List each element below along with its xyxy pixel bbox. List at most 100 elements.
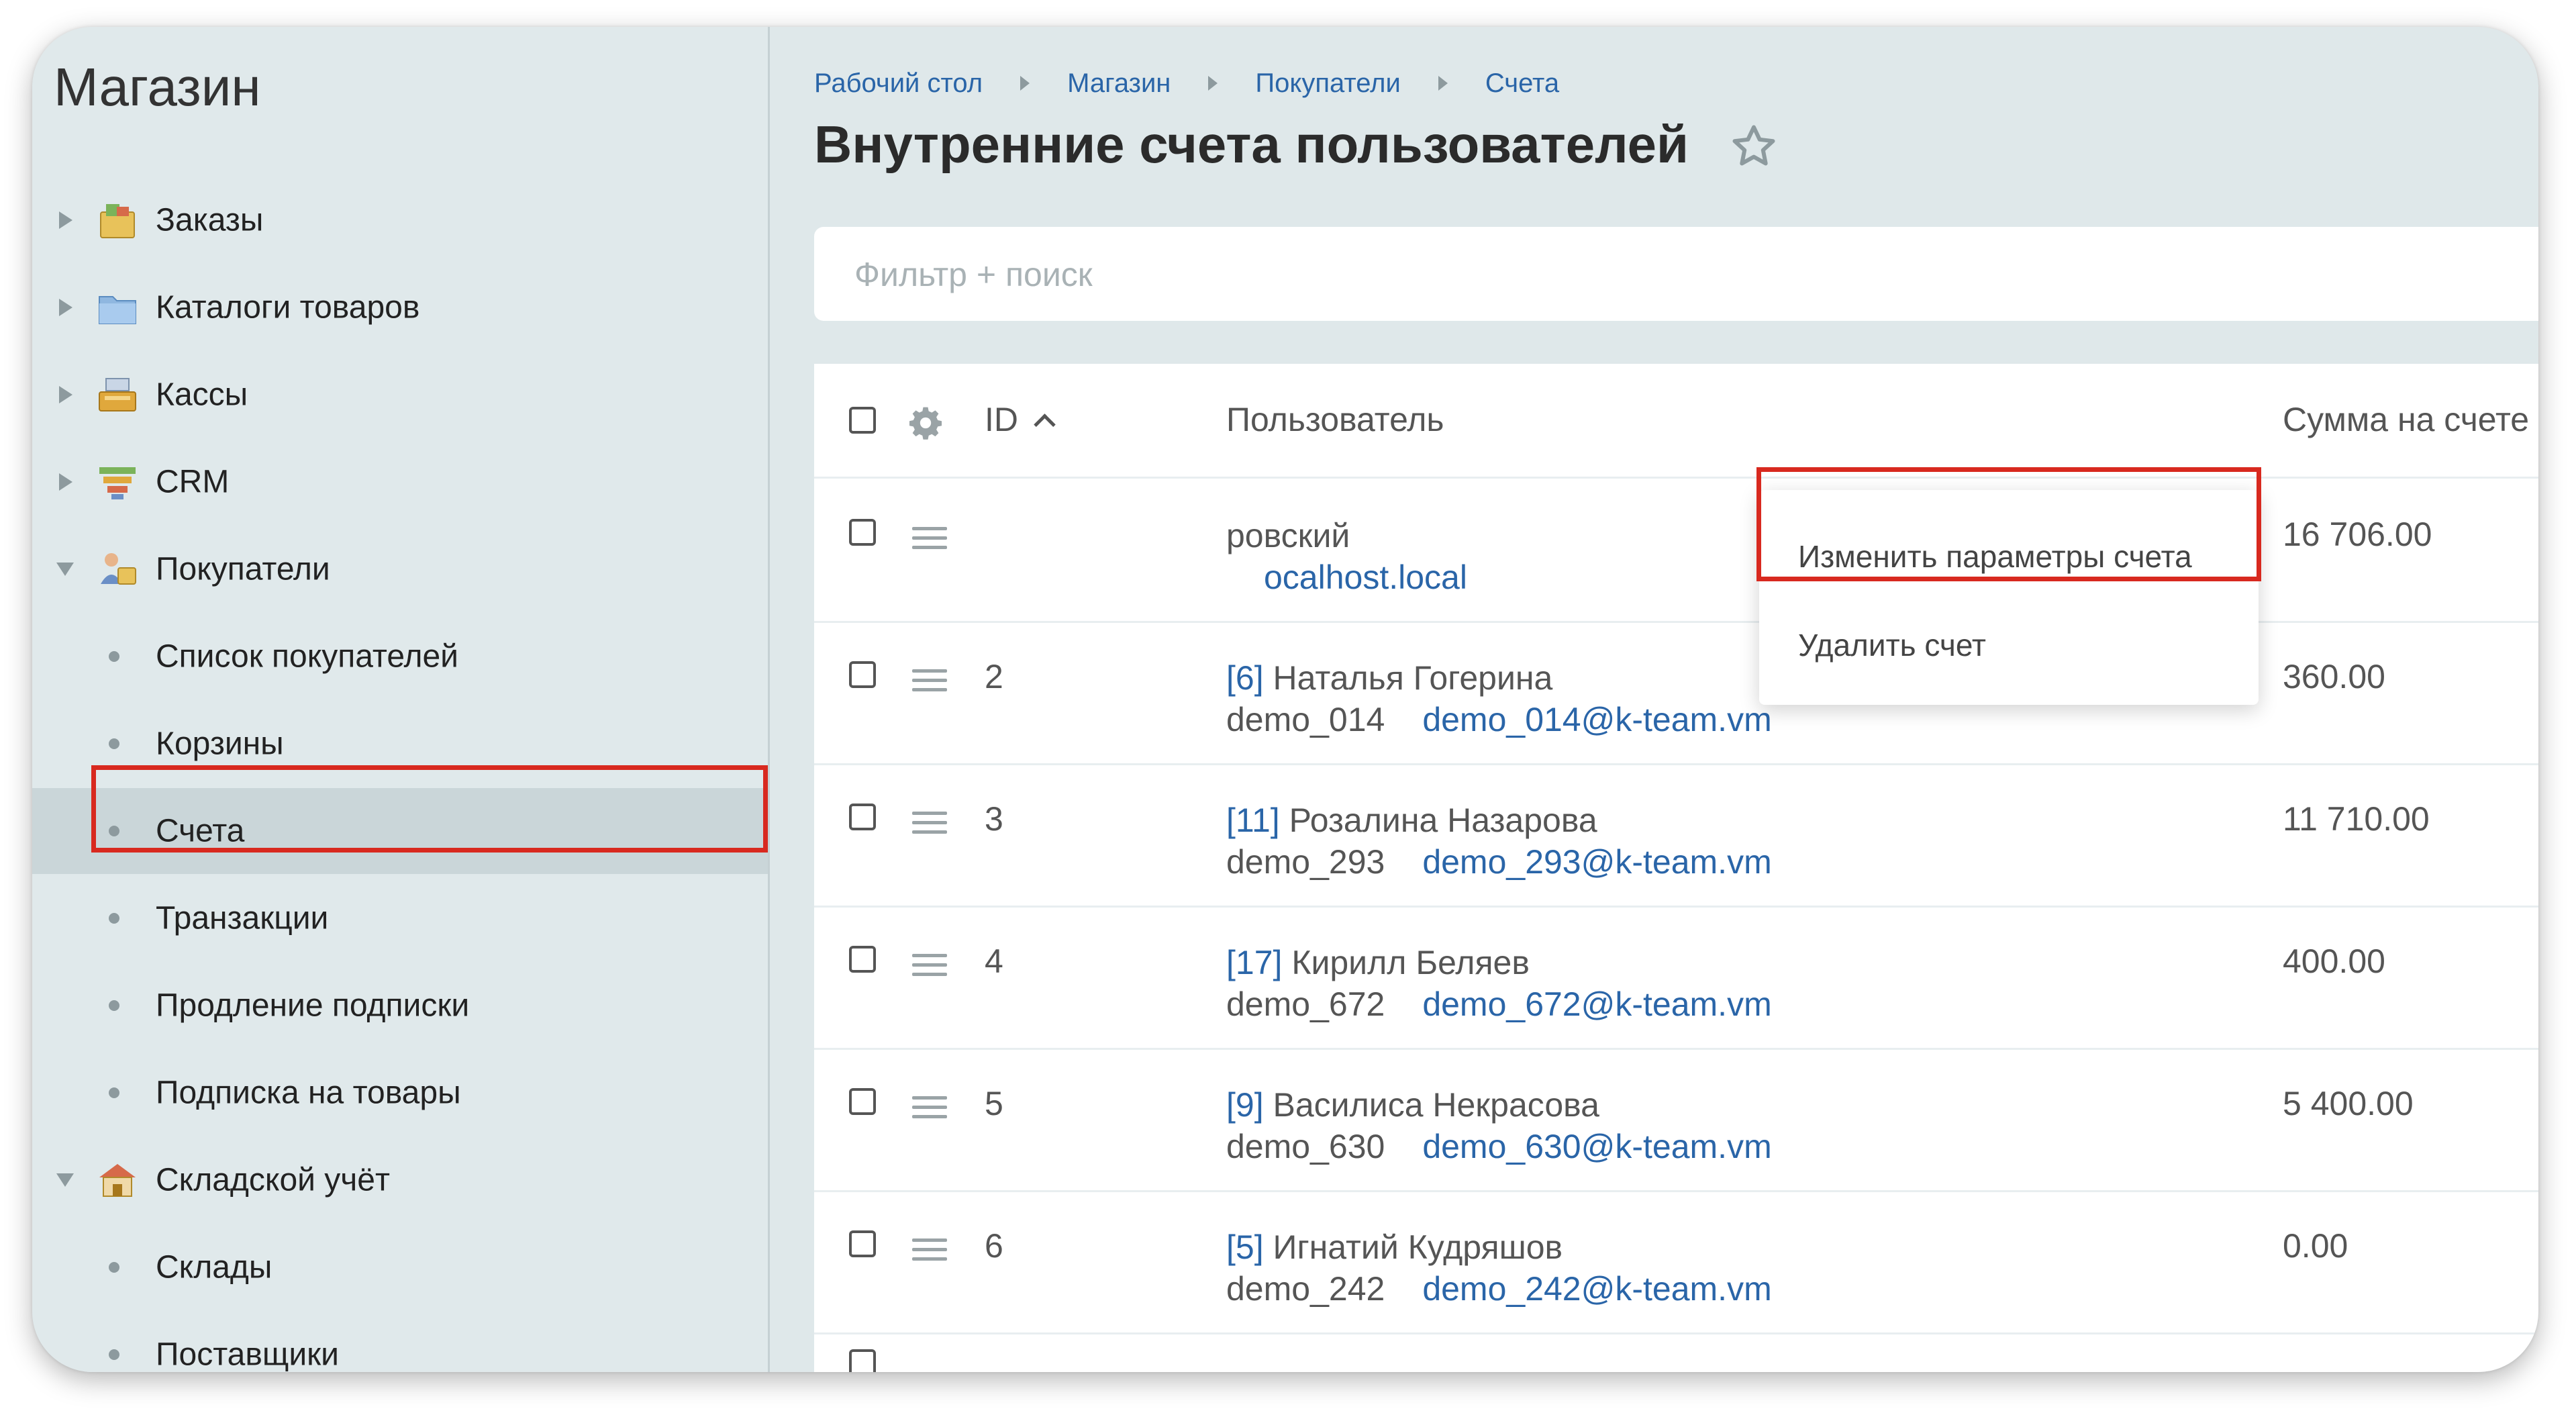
table-row[interactable]: 5 [9] Василиса Некрасова demo_630 demo_63… [814,1048,2538,1192]
row-id: 2 [985,658,1003,695]
highlight-frame [1756,467,2261,581]
table-row[interactable]: 4 [17] Кирилл Беляев demo_672 demo_672@k-… [814,906,2538,1050]
sidebar-subitem-warehouses[interactable]: Склады [32,1224,768,1310]
user-id-link[interactable]: [17] [1226,944,1282,981]
sidebar-item-label: CRM [156,464,230,500]
expand-arrow-icon[interactable] [59,211,72,229]
collapse-arrow-icon[interactable] [56,563,74,576]
orders-icon [100,204,135,238]
user-login: demo_293 [1226,843,1385,881]
sidebar-item-cash[interactable]: Кассы [32,352,768,438]
row-checkbox[interactable] [849,1230,876,1257]
column-header-user[interactable]: Пользователь [1226,400,1444,439]
chevron-right-icon [1020,76,1030,91]
row-actions-icon[interactable] [912,527,947,550]
row-sum: 11 710.00 [2283,800,2430,838]
row-actions-icon[interactable] [912,954,947,977]
row-sum: 360.00 [2283,658,2385,695]
sidebar-item-catalogs[interactable]: Каталоги товаров [32,264,768,350]
sidebar-item-orders[interactable]: Заказы [32,177,768,263]
row-checkbox[interactable] [849,946,876,973]
breadcrumb-item[interactable]: Покупатели [1255,68,1400,99]
user-id-link[interactable]: [5] [1226,1228,1264,1266]
column-header-label: ID [985,401,1018,438]
row-id: 5 [985,1085,1003,1122]
sidebar-item-label: Складской учёт [156,1162,390,1198]
row-sum: 0.00 [2283,1227,2348,1265]
sidebar: Магазин Заказы Каталоги товаров Кассы CR… [32,27,770,1372]
sidebar-item-label: Кассы [156,377,248,413]
row-actions-icon[interactable] [912,812,947,834]
bullet-icon [109,1262,119,1273]
column-header-id[interactable]: ID [985,400,1056,439]
row-actions-icon[interactable] [912,669,947,692]
user-email-link[interactable]: demo_242@k-team.vm [1422,1270,1771,1308]
user-id-link[interactable]: [11] [1226,801,1280,839]
crm-funnel-icon [99,467,136,499]
gear-icon[interactable] [907,404,944,442]
row-checkbox[interactable] [849,661,876,688]
user-email-link[interactable]: ocalhost.local [1264,558,1467,596]
table-row[interactable]: 2 [6] Наталья Гогерина demo_014 demo_014@… [814,621,2538,765]
expand-arrow-icon[interactable] [59,473,72,491]
column-header-sum[interactable]: Сумма на счете [2283,400,2529,439]
table-row[interactable]: 3 [11] Розалина Назарова demo_293 demo_29… [814,763,2538,908]
user-email-link[interactable]: demo_672@k-team.vm [1422,985,1771,1023]
user-login: demo_672 [1226,985,1385,1023]
row-id: 4 [985,942,1003,980]
row-actions-icon[interactable] [912,1238,947,1261]
bullet-icon [109,913,119,924]
sidebar-item-crm[interactable]: CRM [32,439,768,525]
row-checkbox[interactable] [849,1349,876,1372]
filter-bar [814,227,2538,322]
sidebar-item-label: Каталоги товаров [156,289,420,326]
collapse-arrow-icon[interactable] [56,1173,74,1187]
sidebar-item-customers[interactable]: Покупатели [32,526,768,612]
warehouse-icon [99,1164,136,1197]
breadcrumb-item[interactable]: Магазин [1067,68,1171,99]
row-id: 3 [985,800,1003,838]
row-user: [9] Василиса Некрасова demo_630 demo_630@… [1226,1084,1772,1167]
chevron-right-icon [1438,76,1448,91]
bullet-icon [109,1000,119,1011]
star-icon[interactable] [1730,122,1778,171]
sidebar-title: Магазин [54,57,261,117]
breadcrumb-item[interactable]: Счета [1485,68,1559,99]
expand-arrow-icon[interactable] [59,386,72,403]
table-row[interactable]: ровский ocalhost.local 16 706.00 [814,479,2538,623]
row-checkbox[interactable] [849,804,876,830]
expand-arrow-icon[interactable] [59,299,72,316]
row-checkbox[interactable] [849,1088,876,1115]
user-email-link[interactable]: demo_293@k-team.vm [1422,843,1771,881]
customers-icon [101,553,136,585]
row-checkbox[interactable] [849,519,876,546]
row-sum: 16 706.00 [2283,516,2432,553]
table-row[interactable]: 6 [5] Игнатий Кудряшов demo_242 demo_242@… [814,1190,2538,1334]
select-all-checkbox[interactable] [849,407,876,434]
sidebar-subitem-suppliers[interactable]: Поставщики [32,1312,768,1372]
breadcrumb: Рабочий стол Магазин Покупатели Счета [814,68,1559,99]
sidebar-subitem-customer-list[interactable]: Список покупателей [32,614,768,699]
sidebar-subitem-product-subscription[interactable]: Подписка на товары [32,1050,768,1136]
sidebar-item-label: Корзины [156,726,284,762]
user-name: Наталья Гогерина [1273,659,1553,697]
row-user: [5] Игнатий Кудряшов demo_242 demo_242@k-… [1226,1226,1772,1310]
user-name: Василиса Некрасова [1273,1086,1599,1124]
user-login: demo_630 [1226,1128,1385,1165]
user-id-link[interactable]: [6] [1226,659,1264,697]
chevron-right-icon [1208,76,1218,91]
user-email-link[interactable]: demo_630@k-team.vm [1422,1128,1771,1165]
sidebar-item-warehouse[interactable]: Складской учёт [32,1137,768,1223]
sidebar-item-label: Покупатели [156,551,330,587]
sidebar-subitem-transactions[interactable]: Транзакции [32,875,768,961]
row-id: 6 [985,1227,1003,1265]
filter-search-input[interactable] [853,227,1795,322]
sidebar-subitem-subscription-renewal[interactable]: Продление подписки [32,963,768,1049]
menu-item-delete-account[interactable]: Удалить счет [1798,627,1986,663]
user-name: Розалина Назарова [1289,801,1597,839]
row-actions-icon[interactable] [912,1096,947,1119]
sidebar-item-label: Подписка на товары [156,1075,461,1111]
user-email-link[interactable]: demo_014@k-team.vm [1422,701,1771,738]
user-id-link[interactable]: [9] [1226,1086,1264,1124]
breadcrumb-item[interactable]: Рабочий стол [814,68,983,99]
